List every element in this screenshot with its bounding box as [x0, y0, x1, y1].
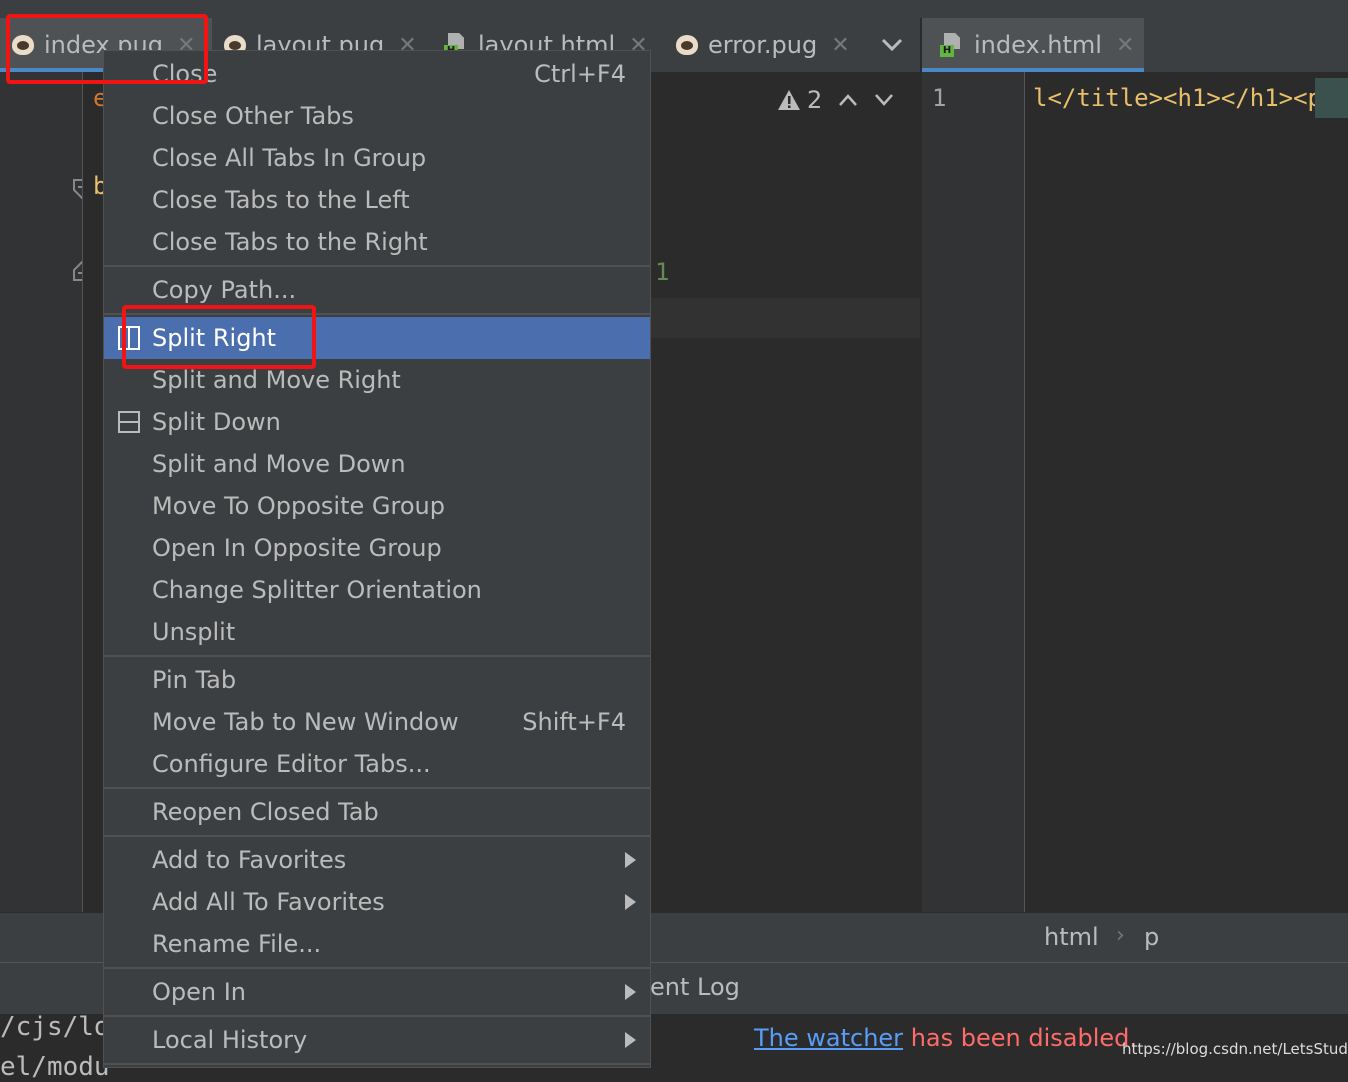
menu-item-close-other-tabs[interactable]: Close Other Tabs — [104, 95, 650, 137]
menu-item-split-down[interactable]: Split Down — [104, 401, 650, 443]
menu-separator — [104, 1015, 650, 1017]
menu-separator — [104, 265, 650, 267]
menu-item-configure-editor-tabs[interactable]: Configure Editor Tabs... — [104, 743, 650, 785]
editor-tabs-right: H index.html ✕ — [922, 18, 1348, 72]
left-editor-gutter — [0, 72, 91, 912]
watcher-message: has been disabled. — [903, 1024, 1137, 1052]
html-file-icon: H — [940, 33, 962, 57]
right-editor-gutter: 1 — [922, 72, 1024, 912]
menu-item-close-all-tabs-in-group[interactable]: Close All Tabs In Group — [104, 137, 650, 179]
terminal-line: /cjs/lo — [0, 1012, 110, 1042]
annotation-highlight-split-right — [122, 305, 316, 369]
split-down-icon — [118, 411, 140, 433]
menu-item-move-tab-new-window[interactable]: Move Tab to New Window Shift+F4 — [104, 701, 650, 743]
menu-item-add-all-to-favorites[interactable]: Add All To Favorites — [104, 881, 650, 923]
menu-item-close-tabs-left[interactable]: Close Tabs to the Left — [104, 179, 650, 221]
tab-index-html[interactable]: H index.html ✕ — [922, 18, 1144, 72]
menu-separator — [104, 787, 650, 789]
menu-item-pin-tab[interactable]: Pin Tab — [104, 659, 650, 701]
pug-file-icon — [676, 35, 698, 55]
annotation-highlight-tab — [6, 14, 208, 84]
code-line: l</title><h1></h1><p — [1033, 84, 1322, 112]
menu-item-local-history[interactable]: Local History — [104, 1019, 650, 1061]
breadcrumb-item[interactable]: html — [1044, 923, 1099, 951]
inspection-widget[interactable]: 2 — [777, 86, 894, 114]
menu-item-open-opposite-group[interactable]: Open In Opposite Group — [104, 527, 650, 569]
chevron-up-icon[interactable] — [838, 93, 858, 107]
tab-context-menu: Close Ctrl+F4 Close Other Tabs Close All… — [103, 50, 651, 1068]
tool-window-title[interactable]: ent Log — [650, 973, 740, 1001]
chevron-down-icon[interactable] — [874, 93, 894, 107]
tab-label: index.html — [974, 31, 1102, 59]
menu-separator — [104, 967, 650, 969]
breadcrumb-item[interactable]: p — [1144, 923, 1159, 951]
shortcut-label: Shift+F4 — [522, 708, 626, 736]
right-editor[interactable]: l</title><h1></h1><p — [1025, 72, 1348, 912]
submenu-arrow-icon — [625, 984, 636, 1000]
tabs-dropdown-button[interactable] — [876, 18, 908, 72]
menu-separator — [104, 835, 650, 837]
menu-separator — [104, 1063, 650, 1065]
submenu-arrow-icon — [625, 852, 636, 868]
code-fragment: 1 — [655, 258, 670, 286]
menu-item-rename-file[interactable]: Rename File... — [104, 923, 650, 965]
terminal-line: el/modu — [0, 1052, 110, 1082]
menu-item-unsplit[interactable]: Unsplit — [104, 611, 650, 653]
breadcrumb-separator-icon: › — [1116, 923, 1125, 948]
warning-count: 2 — [807, 86, 823, 114]
watcher-notification: The watcher has been disabled. — [754, 1024, 1137, 1052]
line-number: 1 — [932, 84, 947, 112]
tab-label: error.pug — [708, 31, 818, 59]
submenu-arrow-icon — [625, 894, 636, 910]
shortcut-label: Ctrl+F4 — [534, 60, 626, 88]
menu-item-add-to-favorites[interactable]: Add to Favorites — [104, 839, 650, 881]
menu-item-move-opposite-group[interactable]: Move To Opposite Group — [104, 485, 650, 527]
menu-item-change-splitter-orientation[interactable]: Change Splitter Orientation — [104, 569, 650, 611]
close-icon[interactable]: ✕ — [831, 33, 849, 58]
close-icon[interactable]: ✕ — [1116, 33, 1134, 58]
menu-item-close-tabs-right[interactable]: Close Tabs to the Right — [104, 221, 650, 263]
tab-error-pug[interactable]: error.pug ✕ — [668, 18, 850, 72]
notification-area: The watcher has been disabled. https://b… — [660, 1014, 1348, 1068]
menu-item-split-move-down[interactable]: Split and Move Down — [104, 443, 650, 485]
watermark: https://blog.csdn.net/LetsStudy — [1122, 1040, 1348, 1058]
submenu-arrow-icon — [625, 1032, 636, 1048]
watcher-link[interactable]: The watcher — [754, 1024, 903, 1052]
menu-separator — [104, 655, 650, 657]
menu-item-reopen-closed-tab[interactable]: Reopen Closed Tab — [104, 791, 650, 833]
menu-item-open-in[interactable]: Open In — [104, 971, 650, 1013]
chevron-down-icon — [881, 38, 903, 52]
warning-icon — [778, 90, 800, 110]
